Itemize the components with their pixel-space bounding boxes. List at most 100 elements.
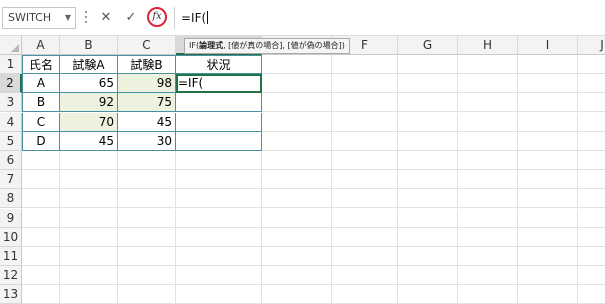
select-all-button[interactable] (0, 36, 22, 55)
cell-g11[interactable] (398, 247, 458, 266)
row-header-11[interactable]: 11 (0, 247, 22, 266)
cell-g4[interactable] (398, 112, 458, 132)
row-header-4[interactable]: 4 (0, 112, 22, 132)
cell-e13[interactable] (262, 285, 332, 304)
cell-j5[interactable] (578, 132, 605, 151)
table-cell[interactable]: B (22, 93, 60, 113)
row-header-9[interactable]: 9 (0, 208, 22, 228)
cell-i2[interactable] (518, 74, 578, 94)
table-cell[interactable]: D (22, 131, 60, 151)
table-header-cell[interactable]: 氏名 (22, 55, 60, 74)
cell-a9[interactable] (22, 208, 60, 228)
cell-d9[interactable] (176, 208, 262, 228)
cell-b10[interactable] (60, 227, 118, 247)
cell-e2[interactable] (262, 74, 332, 94)
cell-h6[interactable] (458, 151, 518, 170)
cell-e1[interactable] (262, 55, 332, 74)
name-box[interactable]: SWITCH ▼ (2, 7, 76, 29)
cell-i13[interactable] (518, 285, 578, 304)
cell-h7[interactable] (458, 170, 518, 190)
cell-i5[interactable] (518, 131, 578, 151)
column-header-c[interactable]: C (118, 36, 176, 55)
cell-a7[interactable] (22, 170, 60, 190)
row-header-7[interactable]: 7 (0, 170, 22, 190)
row-header-2[interactable]: 2 (0, 74, 22, 94)
table-cell[interactable] (176, 131, 262, 151)
cell-h10[interactable] (458, 227, 518, 247)
cell-b9[interactable] (60, 208, 118, 228)
cell-g13[interactable] (398, 285, 458, 304)
column-header-h[interactable]: H (458, 36, 518, 55)
cell-d8[interactable] (176, 189, 262, 209)
cell-h9[interactable] (458, 208, 518, 228)
cell-f13[interactable] (332, 285, 398, 304)
cell-g1[interactable] (398, 55, 458, 74)
cell-b8[interactable] (60, 189, 118, 209)
cell-e10[interactable] (262, 227, 332, 247)
cell-i10[interactable] (518, 227, 578, 247)
column-header-j[interactable]: J (578, 36, 605, 55)
cell-i9[interactable] (518, 208, 578, 228)
cell-b7[interactable] (60, 170, 118, 190)
table-cell[interactable] (176, 93, 262, 113)
cell-i1[interactable] (518, 55, 578, 74)
cell-g9[interactable] (398, 208, 458, 228)
cell-f2[interactable] (332, 74, 398, 94)
cell-c11[interactable] (118, 247, 176, 266)
table-header-cell[interactable]: 試験A (60, 55, 118, 74)
cell-e5[interactable] (262, 131, 332, 151)
cell-h5[interactable] (458, 131, 518, 151)
row-header-6[interactable]: 6 (0, 151, 22, 170)
cell-f3[interactable] (332, 93, 398, 113)
cell-j2[interactable] (578, 74, 605, 94)
cell-j6[interactable] (578, 151, 605, 170)
cell-d6[interactable] (176, 151, 262, 170)
table-cell[interactable]: A (22, 74, 60, 94)
table-cell[interactable]: 92 (60, 93, 118, 113)
table-cell[interactable]: 45 (60, 131, 118, 151)
cell-g6[interactable] (398, 151, 458, 170)
row-header-8[interactable]: 8 (0, 189, 22, 209)
row-header-1[interactable]: 1 (0, 55, 22, 74)
cell-b6[interactable] (60, 151, 118, 170)
cell-f9[interactable] (332, 208, 398, 228)
row-header-13[interactable]: 13 (0, 285, 22, 304)
insert-function-button[interactable]: fx (147, 7, 167, 27)
cell-h8[interactable] (458, 189, 518, 209)
cell-j13[interactable] (578, 285, 605, 304)
column-header-i[interactable]: I (518, 36, 578, 55)
enter-button[interactable]: ✓ (121, 9, 141, 27)
chevron-down-icon[interactable]: ▼ (65, 8, 71, 28)
row-header-5[interactable]: 5 (0, 131, 22, 151)
cancel-button[interactable]: ✕ (96, 9, 116, 27)
table-header-cell[interactable]: 状況 (176, 55, 262, 74)
row-header-3[interactable]: 3 (0, 93, 22, 113)
cell-j11[interactable] (578, 247, 605, 266)
table-header-cell[interactable]: 試験B (118, 55, 176, 74)
cell-c9[interactable] (118, 208, 176, 228)
cell-i11[interactable] (518, 247, 578, 266)
cell-a6[interactable] (22, 151, 60, 170)
cell-f6[interactable] (332, 151, 398, 170)
cell-j8[interactable] (578, 189, 605, 209)
cell-b13[interactable] (60, 285, 118, 304)
cell-c7[interactable] (118, 170, 176, 190)
cell-f1[interactable] (332, 55, 398, 74)
cell-c13[interactable] (118, 285, 176, 304)
cell-d10[interactable] (176, 227, 262, 247)
cell-f8[interactable] (332, 189, 398, 209)
cell-a13[interactable] (22, 285, 60, 304)
active-cell-d2[interactable]: =IF( (176, 74, 262, 94)
table-cell[interactable]: 75 (118, 93, 176, 113)
cell-h4[interactable] (458, 112, 518, 132)
cell-e4[interactable] (262, 112, 332, 132)
cell-e9[interactable] (262, 208, 332, 228)
cell-e7[interactable] (262, 170, 332, 190)
drag-handle-icon[interactable] (85, 11, 88, 25)
cell-f10[interactable] (332, 227, 398, 247)
cell-e11[interactable] (262, 247, 332, 266)
cell-i8[interactable] (518, 189, 578, 209)
cell-e3[interactable] (262, 93, 332, 113)
cell-d11[interactable] (176, 247, 262, 266)
cell-f5[interactable] (332, 131, 398, 151)
